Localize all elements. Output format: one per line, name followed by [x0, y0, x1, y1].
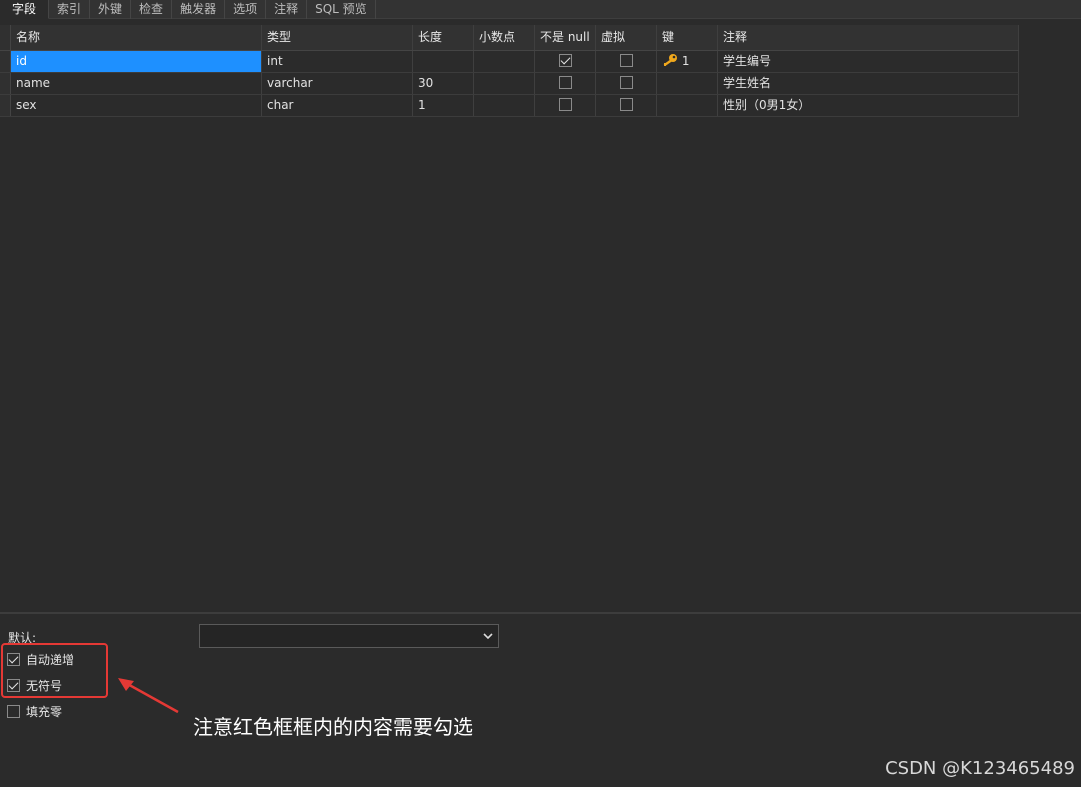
row-selector[interactable] — [0, 73, 11, 94]
watermark: CSDN @K123465489 — [885, 758, 1075, 779]
column-header-length[interactable]: 长度 — [413, 25, 474, 50]
virtual-cell[interactable] — [596, 95, 657, 116]
tab-triggers[interactable]: 触发器 — [172, 0, 226, 19]
tab-foreign-keys[interactable]: 外键 — [90, 0, 132, 19]
field-name-cell[interactable]: id — [11, 51, 262, 72]
grid-header: 名称 类型 长度 小数点 不是 null 虚拟 键 注释 — [0, 25, 1019, 51]
not-null-checkbox[interactable] — [558, 75, 572, 89]
zerofill-label: 填充零 — [26, 704, 63, 719]
field-decimals-cell[interactable] — [474, 51, 535, 72]
highlight-box — [1, 643, 108, 698]
key-order: 1 — [681, 54, 690, 68]
key-cell[interactable]: 1 — [657, 51, 718, 72]
field-type-cell[interactable]: int — [262, 51, 413, 72]
primary-key-icon — [663, 54, 677, 67]
virtual-cell[interactable] — [596, 51, 657, 72]
field-decimals-cell[interactable] — [474, 73, 535, 94]
field-length-cell[interactable]: 1 — [413, 95, 474, 116]
field-comment-cell[interactable]: 学生编号 — [718, 51, 1019, 72]
column-header-key[interactable]: 键 — [657, 25, 718, 50]
field-decimals-cell[interactable] — [474, 95, 535, 116]
table-row[interactable]: name varchar 30 学生姓名 — [0, 73, 1019, 95]
field-name-cell[interactable]: sex — [11, 95, 262, 116]
panel-divider[interactable] — [0, 612, 1081, 614]
row-selector-header — [0, 25, 11, 50]
annotation-text: 注意红色框框内的内容需要勾选 — [193, 715, 473, 739]
field-comment-cell[interactable]: 性别（0男1女） — [718, 95, 1019, 116]
tab-options[interactable]: 选项 — [225, 0, 267, 19]
column-header-virtual[interactable]: 虚拟 — [596, 25, 657, 50]
field-comment-cell[interactable]: 学生姓名 — [718, 73, 1019, 94]
key-cell[interactable] — [657, 95, 718, 116]
column-header-name[interactable]: 名称 — [11, 25, 262, 50]
chevron-down-icon — [483, 633, 493, 640]
zerofill-option[interactable]: 填充零 — [7, 703, 62, 719]
not-null-cell[interactable] — [535, 95, 596, 116]
tab-comment[interactable]: 注释 — [266, 0, 308, 19]
column-header-decimals[interactable]: 小数点 — [474, 25, 535, 50]
virtual-checkbox[interactable] — [619, 75, 633, 89]
not-null-cell[interactable] — [535, 51, 596, 72]
virtual-cell[interactable] — [596, 73, 657, 94]
not-null-cell[interactable] — [535, 73, 596, 94]
column-header-type[interactable]: 类型 — [262, 25, 413, 50]
row-selector[interactable] — [0, 51, 11, 72]
field-length-cell[interactable]: 30 — [413, 73, 474, 94]
field-length-cell[interactable] — [413, 51, 474, 72]
row-selector[interactable] — [0, 95, 11, 116]
not-null-checkbox[interactable] — [558, 53, 572, 67]
table-row[interactable]: sex char 1 性别（0男1女） — [0, 95, 1019, 117]
field-type-cell[interactable]: char — [262, 95, 413, 116]
fields-grid: 名称 类型 长度 小数点 不是 null 虚拟 键 注释 id int 1 学生… — [0, 25, 1019, 117]
zerofill-checkbox[interactable] — [7, 704, 20, 718]
not-null-checkbox[interactable] — [558, 97, 572, 111]
tab-fields[interactable]: 字段 — [0, 0, 50, 19]
key-cell[interactable] — [657, 73, 718, 94]
column-header-not-null[interactable]: 不是 null — [535, 25, 596, 50]
virtual-checkbox[interactable] — [619, 53, 633, 67]
default-value-select[interactable] — [199, 624, 499, 648]
column-header-comment[interactable]: 注释 — [718, 25, 1019, 50]
field-type-cell[interactable]: varchar — [262, 73, 413, 94]
annotation-arrow-icon — [118, 678, 179, 714]
tab-bar: 字段 索引 外键 检查 触发器 选项 注释 SQL 预览 — [0, 0, 1081, 19]
table-row[interactable]: id int 1 学生编号 — [0, 51, 1019, 73]
virtual-checkbox[interactable] — [619, 97, 633, 111]
tab-sql-preview[interactable]: SQL 预览 — [307, 0, 376, 19]
field-name-cell[interactable]: name — [11, 73, 262, 94]
tab-checks[interactable]: 检查 — [131, 0, 173, 19]
tab-indexes[interactable]: 索引 — [49, 0, 91, 19]
